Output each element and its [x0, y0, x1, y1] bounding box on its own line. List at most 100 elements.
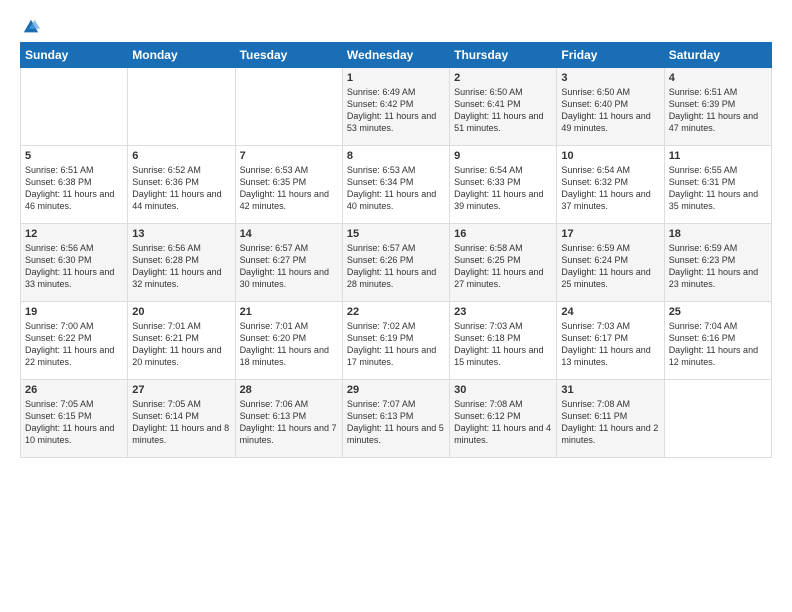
- calendar-cell: 30 Sunrise: 7:08 AM Sunset: 6:12 PM Dayli…: [450, 380, 557, 458]
- calendar-cell: 26Sunrise: 7:05 AM Sunset: 6:15 PM Dayli…: [21, 380, 128, 458]
- weekday-header: Wednesday: [342, 43, 449, 68]
- day-info: Sunrise: 6:50 AM Sunset: 6:41 PM Dayligh…: [454, 86, 552, 135]
- weekday-header: Monday: [128, 43, 235, 68]
- day-info: Sunrise: 6:50 AM Sunset: 6:40 PM Dayligh…: [561, 86, 659, 135]
- day-info: Sunrise: 6:54 AM Sunset: 6:33 PM Dayligh…: [454, 164, 552, 213]
- day-info: Sunrise: 6:51 AM Sunset: 6:39 PM Dayligh…: [669, 86, 767, 135]
- day-number: 19: [25, 306, 123, 318]
- day-info: Sunrise: 6:51 AM Sunset: 6:38 PM Dayligh…: [25, 164, 123, 213]
- day-number: 12: [25, 228, 123, 240]
- calendar-week-row: 5 Sunrise: 6:51 AM Sunset: 6:38 PM Daylig…: [21, 146, 772, 224]
- calendar-cell: 22Sunrise: 7:02 AM Sunset: 6:19 PM Dayli…: [342, 302, 449, 380]
- day-number: 26: [25, 384, 123, 396]
- weekday-header: Thursday: [450, 43, 557, 68]
- calendar-body: 1 Sunrise: 6:49 AM Sunset: 6:42 PM Daylig…: [21, 68, 772, 458]
- day-number: 25: [669, 306, 767, 318]
- day-info: Sunrise: 6:49 AM Sunset: 6:42 PM Dayligh…: [347, 86, 445, 135]
- calendar-header: SundayMondayTuesdayWednesdayThursdayFrid…: [21, 43, 772, 68]
- day-number: 1: [347, 72, 445, 84]
- day-info: Sunrise: 6:57 AM Sunset: 6:26 PM Dayligh…: [347, 242, 445, 291]
- calendar-cell: 4Sunrise: 6:51 AM Sunset: 6:39 PM Daylig…: [664, 68, 771, 146]
- weekday-header: Friday: [557, 43, 664, 68]
- day-number: 29: [347, 384, 445, 396]
- calendar-week-row: 26Sunrise: 7:05 AM Sunset: 6:15 PM Dayli…: [21, 380, 772, 458]
- day-number: 8: [347, 150, 445, 162]
- day-number: 15: [347, 228, 445, 240]
- day-info: Sunrise: 7:01 AM Sunset: 6:21 PM Dayligh…: [132, 320, 230, 369]
- day-info: Sunrise: 7:06 AM Sunset: 6:13 PM Dayligh…: [240, 398, 338, 447]
- calendar-cell: 13Sunrise: 6:56 AM Sunset: 6:28 PM Dayli…: [128, 224, 235, 302]
- day-number: 16: [454, 228, 552, 240]
- day-info: Sunrise: 7:08 AM Sunset: 6:12 PM Dayligh…: [454, 398, 552, 447]
- calendar-cell: 10 Sunrise: 6:54 AM Sunset: 6:32 PM Dayli…: [557, 146, 664, 224]
- calendar-cell: 8 Sunrise: 6:53 AM Sunset: 6:34 PM Daylig…: [342, 146, 449, 224]
- day-number: 17: [561, 228, 659, 240]
- page: SundayMondayTuesdayWednesdayThursdayFrid…: [0, 0, 792, 612]
- weekday-header: Saturday: [664, 43, 771, 68]
- day-number: 5: [25, 150, 123, 162]
- day-number: 3: [561, 72, 659, 84]
- day-number: 11: [669, 150, 767, 162]
- day-number: 18: [669, 228, 767, 240]
- day-info: Sunrise: 6:56 AM Sunset: 6:28 PM Dayligh…: [132, 242, 230, 291]
- day-info: Sunrise: 7:04 AM Sunset: 6:16 PM Dayligh…: [669, 320, 767, 369]
- day-info: Sunrise: 7:01 AM Sunset: 6:20 PM Dayligh…: [240, 320, 338, 369]
- weekday-row: SundayMondayTuesdayWednesdayThursdayFrid…: [21, 43, 772, 68]
- calendar-cell: 29 Sunrise: 7:07 AM Sunset: 6:13 PM Dayli…: [342, 380, 449, 458]
- day-info: Sunrise: 6:58 AM Sunset: 6:25 PM Dayligh…: [454, 242, 552, 291]
- day-number: 7: [240, 150, 338, 162]
- weekday-header: Sunday: [21, 43, 128, 68]
- calendar-cell: [664, 380, 771, 458]
- calendar-cell: 17 Sunrise: 6:59 AM Sunset: 6:24 PM Dayli…: [557, 224, 664, 302]
- day-number: 14: [240, 228, 338, 240]
- day-info: Sunrise: 6:53 AM Sunset: 6:35 PM Dayligh…: [240, 164, 338, 213]
- calendar-cell: 9 Sunrise: 6:54 AM Sunset: 6:33 PM Daylig…: [450, 146, 557, 224]
- logo: [20, 18, 40, 32]
- calendar-cell: 31Sunrise: 7:08 AM Sunset: 6:11 PM Dayli…: [557, 380, 664, 458]
- calendar-cell: 6Sunrise: 6:52 AM Sunset: 6:36 PM Daylig…: [128, 146, 235, 224]
- logo-icon: [22, 18, 40, 36]
- day-info: Sunrise: 7:02 AM Sunset: 6:19 PM Dayligh…: [347, 320, 445, 369]
- day-number: 6: [132, 150, 230, 162]
- calendar: SundayMondayTuesdayWednesdayThursdayFrid…: [20, 42, 772, 458]
- calendar-cell: 16 Sunrise: 6:58 AM Sunset: 6:25 PM Dayli…: [450, 224, 557, 302]
- header: [20, 18, 772, 32]
- calendar-cell: 21 Sunrise: 7:01 AM Sunset: 6:20 PM Dayli…: [235, 302, 342, 380]
- calendar-cell: 18 Sunrise: 6:59 AM Sunset: 6:23 PM Dayli…: [664, 224, 771, 302]
- day-number: 9: [454, 150, 552, 162]
- calendar-cell: 20 Sunrise: 7:01 AM Sunset: 6:21 PM Dayli…: [128, 302, 235, 380]
- day-number: 30: [454, 384, 552, 396]
- calendar-cell: 28 Sunrise: 7:06 AM Sunset: 6:13 PM Dayli…: [235, 380, 342, 458]
- day-info: Sunrise: 7:03 AM Sunset: 6:18 PM Dayligh…: [454, 320, 552, 369]
- calendar-cell: [128, 68, 235, 146]
- day-number: 10: [561, 150, 659, 162]
- day-number: 27: [132, 384, 230, 396]
- day-info: Sunrise: 7:05 AM Sunset: 6:14 PM Dayligh…: [132, 398, 230, 447]
- day-number: 21: [240, 306, 338, 318]
- calendar-cell: 3 Sunrise: 6:50 AM Sunset: 6:40 PM Daylig…: [557, 68, 664, 146]
- day-info: Sunrise: 6:53 AM Sunset: 6:34 PM Dayligh…: [347, 164, 445, 213]
- calendar-cell: 23Sunrise: 7:03 AM Sunset: 6:18 PM Dayli…: [450, 302, 557, 380]
- day-info: Sunrise: 6:59 AM Sunset: 6:23 PM Dayligh…: [669, 242, 767, 291]
- calendar-week-row: 19 Sunrise: 7:00 AM Sunset: 6:22 PM Dayli…: [21, 302, 772, 380]
- day-info: Sunrise: 7:00 AM Sunset: 6:22 PM Dayligh…: [25, 320, 123, 369]
- weekday-header: Tuesday: [235, 43, 342, 68]
- calendar-week-row: 12 Sunrise: 6:56 AM Sunset: 6:30 PM Dayli…: [21, 224, 772, 302]
- calendar-cell: 25 Sunrise: 7:04 AM Sunset: 6:16 PM Dayli…: [664, 302, 771, 380]
- day-number: 28: [240, 384, 338, 396]
- calendar-cell: 27 Sunrise: 7:05 AM Sunset: 6:14 PM Dayli…: [128, 380, 235, 458]
- day-info: Sunrise: 7:03 AM Sunset: 6:17 PM Dayligh…: [561, 320, 659, 369]
- calendar-week-row: 1 Sunrise: 6:49 AM Sunset: 6:42 PM Daylig…: [21, 68, 772, 146]
- day-info: Sunrise: 6:56 AM Sunset: 6:30 PM Dayligh…: [25, 242, 123, 291]
- calendar-cell: 14Sunrise: 6:57 AM Sunset: 6:27 PM Dayli…: [235, 224, 342, 302]
- day-number: 20: [132, 306, 230, 318]
- calendar-cell: 12 Sunrise: 6:56 AM Sunset: 6:30 PM Dayli…: [21, 224, 128, 302]
- calendar-cell: 2 Sunrise: 6:50 AM Sunset: 6:41 PM Daylig…: [450, 68, 557, 146]
- day-number: 31: [561, 384, 659, 396]
- day-info: Sunrise: 6:59 AM Sunset: 6:24 PM Dayligh…: [561, 242, 659, 291]
- day-info: Sunrise: 7:07 AM Sunset: 6:13 PM Dayligh…: [347, 398, 445, 447]
- day-number: 2: [454, 72, 552, 84]
- calendar-cell: 24Sunrise: 7:03 AM Sunset: 6:17 PM Dayli…: [557, 302, 664, 380]
- calendar-cell: [235, 68, 342, 146]
- day-info: Sunrise: 6:54 AM Sunset: 6:32 PM Dayligh…: [561, 164, 659, 213]
